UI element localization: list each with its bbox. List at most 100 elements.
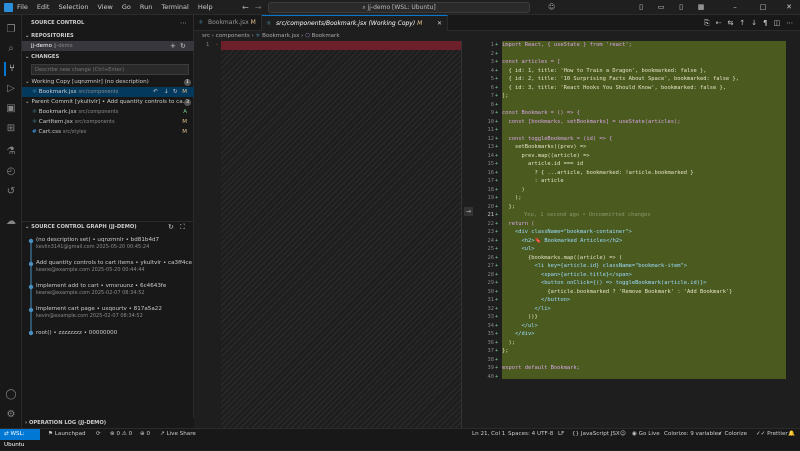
toggle-primary-sidebar-icon[interactable]: ▯	[630, 0, 652, 15]
code-line[interactable]: <button onClick={() => toggleBookmark(ar…	[502, 279, 707, 288]
remote-indicator[interactable]: ⇄ WSL: Ubuntu	[0, 429, 40, 448]
changes-header[interactable]: ⌄ CHANGES	[25, 52, 197, 62]
modified-code-editor[interactable]: import React, { useState } from 'react';…	[502, 41, 786, 379]
previous-change-icon[interactable]: ↑	[739, 15, 745, 31]
diff-splitter[interactable]: →	[461, 41, 475, 428]
run-debug-icon[interactable]: ▷	[4, 82, 18, 96]
close-button[interactable]: ✕	[778, 0, 800, 15]
compare-icon[interactable]: ⇆	[727, 15, 733, 31]
testing-icon[interactable]: ⚗	[4, 145, 18, 159]
graph-commit-title[interactable]: root() • zzzzzzzz • 00000000	[36, 329, 208, 337]
minimap[interactable]	[786, 41, 800, 428]
graph-commit-title[interactable]: Add quantity controls to cart items • yk…	[36, 259, 208, 267]
code-line[interactable]: </ul>	[502, 322, 537, 331]
code-line[interactable]: prev.map((article) =>	[502, 152, 589, 161]
refresh-icon[interactable]: ↻	[180, 41, 186, 51]
code-line[interactable]: const Bookmark = () => {	[502, 109, 580, 118]
oplog-header[interactable]: › OPERATION LOG (JJ-DEMO)	[25, 418, 197, 428]
split-editor-icon[interactable]: ◫	[774, 15, 781, 31]
breadcrumb-item[interactable]: Bookmark.jsx	[262, 33, 299, 39]
toggle-panel-icon[interactable]: ▭	[650, 0, 672, 15]
forward-arrow-icon[interactable]: →	[255, 0, 262, 15]
code-line[interactable]: ? { ...article, bookmarked: !article.boo…	[502, 169, 693, 178]
account-icon[interactable]: ◯	[4, 388, 18, 402]
code-line[interactable]: { id: 3, title: 'React Hooks You Should …	[502, 84, 725, 93]
menu-go[interactable]: Go	[122, 0, 131, 15]
extensions-icon[interactable]: ⊞	[4, 122, 18, 136]
source-control-icon[interactable]: ⑂	[4, 62, 18, 76]
colorize-variables[interactable]: Colorize: 9 variables	[664, 429, 721, 440]
code-line[interactable]: { id: 2, title: '10 Surprising Facts Abo…	[502, 75, 738, 84]
code-line[interactable]: setBookmarks((prev) =>	[502, 143, 586, 152]
repository-item[interactable]: jj-demo jj-demo	[22, 41, 194, 51]
copilot-status-icon[interactable]: ☺	[620, 429, 626, 440]
code-line[interactable]: };	[502, 347, 509, 356]
manage-gear-icon[interactable]: ⚙	[4, 408, 18, 422]
code-line[interactable]: <div className="bookmark-container">	[502, 228, 632, 237]
go-back-icon[interactable]: ⇠	[716, 15, 722, 31]
menu-run[interactable]: Run	[140, 0, 152, 15]
code-line[interactable]: );	[502, 339, 515, 348]
commit-message-input[interactable]	[31, 64, 189, 75]
timeline-icon[interactable]: ◴	[4, 165, 18, 179]
prettier-item[interactable]: ✓✓ Prettier	[756, 429, 788, 440]
code-line[interactable]: import React, { useState } from 'react';	[502, 41, 632, 50]
indentation[interactable]: Spaces: 4	[508, 429, 535, 440]
move-icon[interactable]: ↻	[173, 87, 178, 97]
parent-file-item[interactable]: ⚛ CartItem.jsx src/components M	[22, 117, 194, 127]
tab-bookmark[interactable]: ⚛ Bookmark.jsx M	[194, 15, 262, 31]
golive-item[interactable]: ◉ Go Live	[632, 429, 660, 440]
parent-file-item[interactable]: ⚛ Bookmark.jsx src/components A	[22, 107, 194, 117]
encoding[interactable]: UTF-8	[537, 429, 553, 440]
end-of-line[interactable]: LF	[558, 429, 564, 440]
customize-layout-icon[interactable]: ▦	[690, 0, 712, 15]
close-tab-icon[interactable]: ✕	[437, 16, 442, 32]
parent-commit-group[interactable]: ⌄ Parent Commit [ykultvlr] • Add quantit…	[25, 97, 197, 107]
breadcrumb-item[interactable]: src	[202, 33, 210, 39]
breadcrumb-item[interactable]: components	[216, 33, 250, 39]
menu-view[interactable]: View	[97, 0, 112, 15]
refresh-icon[interactable]: ↻	[168, 222, 174, 232]
graph-commit-title[interactable]: Implement cart page • uxqourtv • 817a5a2…	[36, 305, 208, 313]
code-line[interactable]: {article.bookmarked ? 'Remove Bookmark' …	[502, 288, 732, 297]
remote-explorer-icon[interactable]: ▣	[4, 102, 18, 116]
code-line[interactable]: ))}	[502, 313, 538, 322]
code-line[interactable]: const toggleBookmark = (id) => {	[502, 135, 612, 144]
code-line[interactable]: </li>	[502, 305, 550, 314]
menu-selection[interactable]: Selection	[58, 0, 88, 15]
code-line[interactable]: <li key={article.id} className="bookmark…	[502, 262, 687, 271]
repositories-header[interactable]: ⌄ REPOSITORIES	[25, 31, 197, 41]
code-line[interactable]: ];	[502, 92, 509, 101]
menu-edit[interactable]: Edit	[37, 0, 50, 15]
restore-icon[interactable]: ↓	[164, 87, 169, 97]
code-line[interactable]: const articles = [	[502, 58, 560, 67]
original-editor-pane[interactable]	[221, 41, 461, 428]
code-line[interactable]: };	[502, 203, 515, 212]
toggle-whitespace-icon[interactable]: ¶	[763, 15, 767, 31]
revert-arrow-icon[interactable]: →	[464, 207, 473, 216]
tab-working-copy[interactable]: ⚛ src/components/Bookmark.jsx (Working Co…	[262, 15, 448, 31]
menu-help[interactable]: Help	[198, 0, 213, 15]
cursor-position[interactable]: Ln 21, Col 1	[472, 429, 505, 440]
breadcrumb-item[interactable]: Bookmark	[312, 33, 340, 39]
search-icon[interactable]: ⌕	[4, 42, 18, 56]
operation-log-panel[interactable]: › OPERATION LOG (JJ-DEMO)	[22, 418, 194, 428]
explorer-icon[interactable]: ❐	[4, 23, 18, 37]
toggle-secondary-sidebar-icon[interactable]: ▯	[670, 0, 692, 15]
command-center[interactable]: ⌕ jj-demo [WSL: Ubuntu]	[268, 2, 530, 13]
code-line[interactable]: </div>	[502, 330, 535, 339]
copilot-icon[interactable]: ☺	[548, 0, 555, 15]
add-icon[interactable]: +	[170, 41, 176, 51]
code-line[interactable]: )	[502, 186, 524, 195]
code-line[interactable]: const [bookmarks, setBookmarks] = useSta…	[502, 118, 680, 127]
editor-empty-area[interactable]	[502, 379, 786, 428]
more-actions-icon[interactable]: ⋯	[180, 18, 187, 28]
graph-commit-title[interactable]: Implement add to cart • vmsruunz • 6c464…	[36, 282, 208, 290]
discard-icon[interactable]: ↶	[153, 87, 158, 97]
menu-terminal[interactable]: Terminal	[161, 0, 188, 15]
code-line[interactable]: </button>	[502, 296, 570, 305]
gitlens-icon[interactable]: ↺	[4, 185, 18, 199]
notifications-bell-icon[interactable]: 🔔	[788, 429, 795, 440]
graph-commit-title[interactable]: (no description set) • uqnzmnlr • bd81b4…	[36, 236, 208, 244]
fit-view-icon[interactable]: ⛶	[180, 222, 185, 232]
